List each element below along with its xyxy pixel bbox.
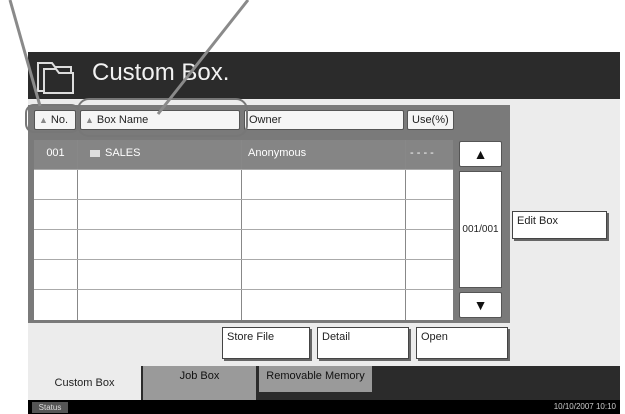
callout-lines <box>8 0 250 115</box>
